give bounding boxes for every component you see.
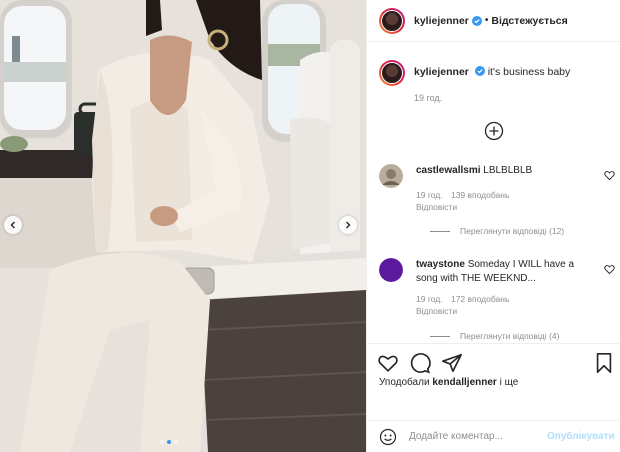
caption-username[interactable]: kyliejenner bbox=[414, 66, 469, 78]
emoji-icon[interactable] bbox=[379, 428, 397, 446]
comment-item: castlewallsmi LBLBLBLB 19 год. 139 вподо… bbox=[379, 164, 615, 248]
author-avatar[interactable] bbox=[379, 7, 405, 34]
caption-text: it's business baby bbox=[487, 66, 571, 78]
likes-suffix[interactable]: і ще bbox=[500, 377, 519, 388]
carousel-dot-active bbox=[167, 440, 171, 444]
plus-circle-icon[interactable] bbox=[484, 121, 504, 141]
replies-divider bbox=[430, 335, 450, 337]
verified-icon bbox=[471, 15, 482, 26]
share-icon[interactable] bbox=[441, 352, 463, 374]
comment-item: twaystone Someday I WILL have a song wit… bbox=[379, 258, 615, 342]
add-comment-bar: Опублікувати bbox=[367, 420, 620, 452]
author-username[interactable]: kyliejenner bbox=[414, 15, 469, 27]
comment-username[interactable]: castlewallsmi bbox=[416, 165, 480, 176]
post-photo[interactable] bbox=[0, 0, 366, 452]
header-separator: • bbox=[484, 15, 489, 26]
view-replies-label: Переглянути відповіді (4) bbox=[460, 331, 560, 341]
likes-user[interactable]: kendalljenner bbox=[432, 377, 496, 388]
follow-status-button[interactable]: Відстежується bbox=[491, 15, 567, 27]
reply-button[interactable]: Відповісти bbox=[416, 306, 457, 316]
carousel-dot bbox=[174, 440, 178, 444]
carousel-dot bbox=[160, 440, 164, 444]
caption-timestamp: 19 год. bbox=[414, 93, 443, 103]
likes-summary: Уподобали kendalljenner і ще bbox=[379, 377, 518, 388]
post-caption: kyliejenner it's business baby bbox=[379, 60, 570, 86]
chevron-right-icon bbox=[346, 221, 351, 229]
view-replies-button[interactable]: Переглянути відповіді (12) bbox=[430, 226, 564, 236]
view-replies-label: Переглянути відповіді (12) bbox=[460, 226, 565, 236]
comment-icon[interactable] bbox=[409, 352, 431, 374]
comment-time: 19 год. bbox=[416, 190, 443, 200]
bookmark-icon[interactable] bbox=[593, 352, 615, 374]
post-comment-button[interactable]: Опублікувати bbox=[547, 431, 615, 442]
comment-likes[interactable]: 172 вподобань bbox=[451, 294, 509, 304]
replies-divider bbox=[430, 230, 450, 232]
commenter-avatar[interactable] bbox=[379, 164, 403, 188]
chevron-left-icon bbox=[10, 221, 15, 229]
post-actions-bar bbox=[367, 343, 620, 381]
next-slide-button[interactable] bbox=[339, 216, 357, 234]
comment-time: 19 год. bbox=[416, 294, 443, 304]
post-header: kyliejenner • Відстежується bbox=[367, 0, 620, 42]
comment-input[interactable] bbox=[409, 431, 541, 442]
view-replies-button[interactable]: Переглянути відповіді (4) bbox=[430, 331, 559, 341]
carousel-indicator bbox=[160, 440, 178, 444]
heart-icon[interactable] bbox=[604, 264, 615, 275]
reply-button[interactable]: Відповісти bbox=[416, 202, 457, 212]
likes-prefix: Уподобали bbox=[379, 377, 430, 388]
comment-username[interactable]: twaystone bbox=[416, 259, 465, 270]
heart-icon[interactable] bbox=[377, 352, 399, 374]
comment-likes[interactable]: 139 вподобань bbox=[451, 190, 509, 200]
comment-text: LBLBLBLB bbox=[483, 165, 533, 176]
previous-slide-button[interactable] bbox=[4, 216, 22, 234]
commenter-avatar[interactable] bbox=[379, 258, 403, 282]
verified-icon bbox=[474, 66, 485, 76]
photo-illustration bbox=[0, 0, 366, 452]
heart-icon[interactable] bbox=[604, 170, 615, 181]
caption-author-avatar[interactable] bbox=[379, 60, 405, 86]
post-details-panel: kyliejenner • Відстежується kyliejenner … bbox=[366, 0, 620, 452]
